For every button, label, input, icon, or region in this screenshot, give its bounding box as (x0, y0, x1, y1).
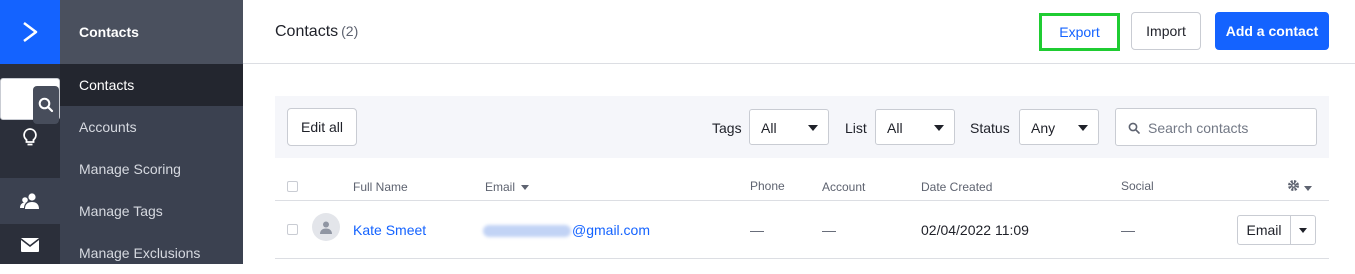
page-title-text: Contacts (275, 23, 339, 40)
gear-icon (1287, 179, 1300, 197)
avatar (312, 213, 340, 241)
sidebar-item-manage-tags[interactable]: Manage Tags (60, 190, 243, 232)
contact-email-link[interactable]: @gmail.com (483, 222, 650, 238)
person-icon (320, 221, 332, 234)
filter-bar: Edit all Tags All List All Status Any Se… (275, 96, 1329, 158)
contacts-subnav: Contacts Contacts Accounts Manage Scorin… (60, 0, 243, 264)
column-full-name[interactable]: Full Name (353, 180, 408, 194)
email-contact-button[interactable]: Email (1238, 216, 1291, 244)
page-title: Contacts (2) (275, 23, 358, 41)
page-header: Contacts (2) Export Import Add a contact (243, 0, 1355, 64)
contact-phone: — (750, 222, 764, 238)
table-header: Full Name Email Phone Account Date Creat… (275, 174, 1329, 201)
list-filter-label: List (845, 120, 867, 136)
tags-filter-label: Tags (712, 120, 742, 136)
sidebar-item-manage-scoring[interactable]: Manage Scoring (60, 148, 243, 190)
contact-social: — (1121, 222, 1135, 238)
row-action-dropdown[interactable] (1291, 216, 1315, 244)
search-icon (1128, 121, 1140, 137)
column-email-label: Email (485, 180, 516, 194)
select-all-checkbox[interactable] (287, 181, 298, 192)
search-placeholder: Search contacts (1148, 120, 1249, 136)
contacts-icon[interactable] (0, 178, 60, 224)
main-content: Contacts (2) Export Import Add a contact … (243, 0, 1355, 264)
row-action-split-button: Email (1237, 215, 1316, 245)
list-select[interactable]: All (875, 109, 955, 145)
table-row[interactable]: Kate Smeet @gmail.com — — 02/04/2022 11:… (275, 201, 1329, 259)
chevron-down-icon (1299, 227, 1307, 233)
logo-chevron-icon[interactable] (0, 0, 60, 64)
lightbulb-icon[interactable] (0, 116, 60, 158)
chevron-down-icon (1304, 185, 1312, 191)
subnav-title: Contacts (60, 0, 243, 64)
rail-search[interactable] (0, 78, 60, 124)
sort-caret-icon (521, 185, 530, 191)
contact-count: (2) (341, 23, 359, 39)
status-filter-label: Status (970, 120, 1010, 136)
column-settings[interactable] (1287, 179, 1312, 197)
mail-icon[interactable] (0, 224, 60, 266)
column-phone[interactable]: Phone (750, 179, 785, 193)
export-button[interactable]: Export (1039, 13, 1120, 51)
contact-date-created: 02/04/2022 11:09 (921, 222, 1029, 238)
tags-select-value: All (761, 120, 777, 136)
icon-rail (0, 0, 60, 264)
row-checkbox[interactable] (287, 224, 298, 235)
sidebar-item-manage-exclusions[interactable]: Manage Exclusions (60, 232, 243, 274)
contact-account: — (822, 222, 836, 238)
chevron-down-icon (1078, 125, 1088, 131)
import-button[interactable]: Import (1131, 12, 1201, 50)
sidebar-item-contacts[interactable]: Contacts (60, 64, 243, 106)
sidebar-item-accounts[interactable]: Accounts (60, 106, 243, 148)
column-social[interactable]: Social (1121, 179, 1154, 193)
list-select-value: All (887, 120, 903, 136)
add-contact-button[interactable]: Add a contact (1215, 12, 1329, 50)
status-select[interactable]: Any (1019, 109, 1099, 145)
column-account[interactable]: Account (822, 180, 865, 194)
redacted-email-prefix (483, 225, 571, 238)
chevron-down-icon (934, 125, 944, 131)
chevron-down-icon (808, 125, 818, 131)
tags-select[interactable]: All (749, 109, 829, 145)
search-input[interactable]: Search contacts (1115, 108, 1317, 146)
status-select-value: Any (1031, 120, 1056, 136)
column-date-created[interactable]: Date Created (921, 180, 992, 194)
contact-email-domain: @gmail.com (572, 222, 651, 238)
column-email[interactable]: Email (485, 180, 530, 194)
contact-name-link[interactable]: Kate Smeet (353, 222, 426, 238)
edit-all-button[interactable]: Edit all (287, 108, 357, 146)
